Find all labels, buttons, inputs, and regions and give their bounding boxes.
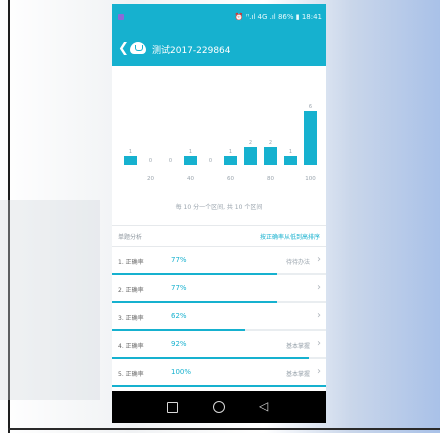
chevron-right-icon: › <box>317 282 321 293</box>
chevron-right-icon: › <box>317 366 321 377</box>
question-name: 5. 正确率 <box>118 371 144 378</box>
bar-value-label: 0 <box>209 158 212 164</box>
bar-value-label: 1 <box>129 149 132 155</box>
bar <box>264 147 277 165</box>
x-tick-label: 40 <box>187 176 194 182</box>
question-row[interactable]: 1. 正确率 77% 待待办法 › <box>112 247 326 275</box>
bar-value-label: 1 <box>289 149 292 155</box>
chevron-right-icon: › <box>317 254 321 265</box>
bar-value-label: 1 <box>229 149 232 155</box>
circle-icon[interactable] <box>213 401 225 413</box>
x-tick-label: 60 <box>227 176 234 182</box>
bar <box>244 147 257 165</box>
chevron-right-icon: › <box>317 338 321 349</box>
question-name: 3. 正确率 <box>118 315 144 322</box>
accuracy-rate: 77% <box>171 284 187 292</box>
question-name: 4. 正确率 <box>118 343 144 350</box>
page-title: 测试2017-229864 <box>152 46 231 56</box>
app-notification-icon <box>118 14 124 20</box>
accuracy-rate: 100% <box>171 368 192 376</box>
mastery-status: 基本掌握 <box>285 343 310 350</box>
bar <box>224 156 237 165</box>
question-name: 2. 正确率 <box>118 287 144 294</box>
bar-value-label: 2 <box>269 140 272 146</box>
chart-svg: 10 01012 21620 40 60 80 100 <box>124 104 317 182</box>
accuracy-rate: 62% <box>171 312 187 320</box>
bar-value-label: 2 <box>249 140 252 146</box>
back-arrow-icon[interactable]: ❮ <box>118 41 129 56</box>
background-panel <box>0 200 100 400</box>
phone-screen: ⏰ ᴴ.ıl 4G .ıl 86% ▮ 18:41 ❮ 测试2017-22986… <box>112 4 326 423</box>
status-indicators: ⏰ ᴴ.ıl 4G .ıl 86% ▮ 18:41 <box>234 13 322 21</box>
frame-bottom-border <box>8 428 440 430</box>
bar-value-label: 0 <box>149 158 152 164</box>
analysis-label: 单题分析 <box>118 234 143 241</box>
bar <box>304 111 317 165</box>
analysis-header: 单题分析 按正确率从低到高排序 <box>112 226 326 246</box>
bar-value-label: 1 <box>189 149 192 155</box>
chart-caption: 每 10 分一个区间, 共 10 个区间 <box>175 204 263 211</box>
triangle-back-icon[interactable]: ◁ <box>259 399 268 413</box>
question-row[interactable]: 2. 正确率 77% › <box>112 275 326 303</box>
system-nav-bar: ◁ <box>112 391 326 423</box>
progress-fill <box>112 385 326 387</box>
title-bar: ❮ 测试2017-229864 <box>112 32 326 66</box>
cloud-logo-icon <box>130 42 146 54</box>
status-bar: ⏰ ᴴ.ıl 4G .ıl 86% ▮ 18:41 <box>112 4 326 32</box>
bar <box>184 156 197 165</box>
bar-value-label: 0 <box>169 158 172 164</box>
bar <box>124 156 137 165</box>
x-tick-label: 100 <box>305 176 316 182</box>
mastery-status: 基本掌握 <box>285 371 310 378</box>
question-name: 1. 正确率 <box>118 259 144 266</box>
square-icon[interactable] <box>167 402 178 413</box>
x-tick-label: 20 <box>147 176 154 182</box>
chevron-right-icon: › <box>317 310 321 321</box>
question-row[interactable]: 3. 正确率 62% › <box>112 303 326 331</box>
bar-value-label: 6 <box>309 104 312 110</box>
question-row[interactable]: 5. 正确率 100% 基本掌握 › <box>112 359 326 387</box>
mastery-status: 待待办法 <box>285 259 310 266</box>
score-distribution-chart: 1 0 0 1 0 1 2 2 1 6 20 40 60 80 100 每 10 分一个区间, 共 10 个… <box>112 66 326 232</box>
accuracy-rate: 92% <box>171 340 187 348</box>
question-row[interactable]: 4. 正确率 92% 基本掌握 › <box>112 331 326 359</box>
accuracy-rate: 77% <box>171 256 187 264</box>
sort-link[interactable]: 按正确率从低到高排序 <box>260 232 320 241</box>
x-tick-label: 80 <box>267 176 274 182</box>
bar <box>284 156 297 165</box>
